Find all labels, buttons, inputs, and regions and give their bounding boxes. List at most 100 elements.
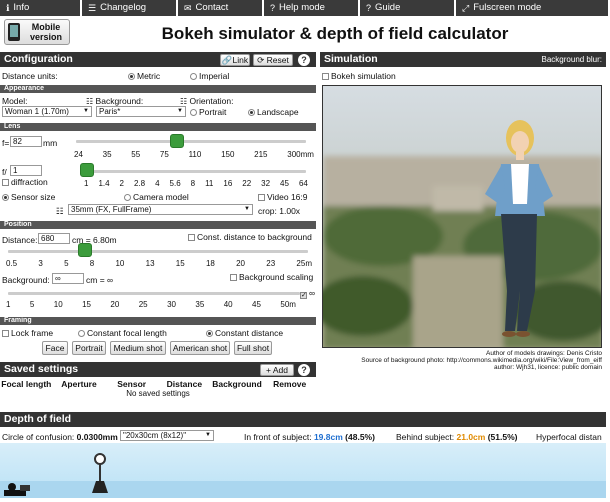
nav-help-mode[interactable]: ? Help mode <box>264 0 360 16</box>
imperial-radio[interactable]: Imperial <box>190 71 229 81</box>
page-title: Bokeh simulator & depth of field calcula… <box>161 24 509 43</box>
aperture-ticks: 1 1.4 2 2.8 4 5.6 8 11 16 22 32 45 64 <box>84 179 308 188</box>
grid-icon: ☷ <box>86 97 94 106</box>
coc-select[interactable]: "20x30cm (8x12)" ▼ <box>120 430 214 441</box>
top-nav: ℹ Info ☰ Changelog ✉ Contact ? Help mode ? Gu… <box>0 0 610 16</box>
model-select[interactable]: Woman 1 (1.70m) ▼ <box>2 106 92 117</box>
background-slider-track[interactable] <box>8 292 300 295</box>
nav-info[interactable]: ℹ Info <box>0 0 82 16</box>
background-ticks: 1 5 10 15 20 25 30 35 40 45 50m <box>6 300 296 309</box>
distance-slider-thumb[interactable] <box>78 243 92 257</box>
distance-slider-track[interactable] <box>8 250 308 253</box>
config-help-icon[interactable]: ? <box>298 54 310 66</box>
american-shot-button[interactable]: American shot <box>170 341 230 355</box>
credit-author: author: Wjh31, licence: public domain <box>493 364 602 371</box>
camera-model-radio[interactable]: Camera model <box>124 192 189 202</box>
background-distance-input[interactable]: ∞ <box>52 273 84 284</box>
orientation-label: Orientation: <box>189 96 234 106</box>
simulation-scene <box>323 86 601 347</box>
background-distance-result: cm = ∞ <box>86 275 114 285</box>
guide-icon: ? <box>366 3 372 13</box>
position-header: Position <box>0 221 316 229</box>
distance-input[interactable]: 680 <box>38 233 70 244</box>
behind-pct: (51.5%) <box>487 432 518 442</box>
lock-frame-checkbox[interactable]: Lock frame <box>2 328 53 338</box>
focal-slider-track[interactable] <box>76 140 306 143</box>
face-button[interactable]: Face <box>42 341 68 355</box>
metric-radio[interactable]: Metric <box>128 71 160 81</box>
envelope-icon: ✉ <box>184 3 192 13</box>
sensor-select[interactable]: 35mm (FX, FullFrame) ▼ <box>68 204 253 215</box>
info-icon: ℹ <box>6 3 10 13</box>
reset-button[interactable]: ⟳ Reset <box>253 54 293 66</box>
focal-input[interactable]: 82 <box>10 136 42 147</box>
nav-guide[interactable]: ? Guide <box>360 0 456 16</box>
front-pct: (48.5%) <box>345 432 375 442</box>
chevron-down-icon: ▼ <box>83 108 89 114</box>
fullscreen-icon: ⤢ <box>462 3 470 13</box>
front-label: In front of subject: <box>244 432 312 442</box>
chevron-down-icon: ▼ <box>244 206 250 212</box>
credit-models: Author of models drawings: Denis Cristo <box>486 350 602 357</box>
saved-table-header: Focal length Aperture Sensor Distance Backgr… <box>1 379 307 389</box>
distance-ticks: 0.5 3 5 8 10 13 15 18 20 23 25m <box>6 259 312 268</box>
link-button[interactable]: 🔗Link <box>220 54 250 66</box>
full-shot-button[interactable]: Full shot <box>234 341 272 355</box>
bokeh-simulation-checkbox[interactable]: Bokeh simulation <box>322 71 396 81</box>
coc-label: Circle of confusion: <box>2 432 75 442</box>
question-icon: ? <box>270 3 276 13</box>
front-value: 19.8cm <box>313 432 343 442</box>
dof-diagram-svg <box>0 453 606 498</box>
appearance-header: Appearance <box>0 85 316 93</box>
const-focal-radio[interactable]: Constant focal length <box>78 328 167 338</box>
lens-header: Lens <box>0 123 316 131</box>
aperture-slider-track[interactable] <box>84 170 306 173</box>
grid-icon: ☷ <box>56 206 64 216</box>
background-label: Background: <box>95 96 144 106</box>
dof-diagram <box>0 443 606 498</box>
nav-contact[interactable]: ✉ Contact <box>178 0 264 16</box>
saved-help-icon[interactable]: ? <box>298 364 310 376</box>
const-distance-checkbox[interactable]: Const. distance to background <box>188 232 312 242</box>
focal-unit: mm <box>43 138 58 148</box>
chevron-down-icon: ▼ <box>205 432 211 438</box>
portrait-radio[interactable]: Portrait <box>190 107 226 117</box>
focal-slider-thumb[interactable] <box>170 134 184 148</box>
hyperfocal-label: Hyperfocal distan <box>536 432 602 442</box>
plus-icon: + <box>266 365 271 375</box>
aperture-label: f/ <box>2 167 7 177</box>
nav-fullscreen[interactable]: ⤢ Fulscreen mode <box>456 0 610 16</box>
crop-label: crop: 1.00x <box>258 206 301 216</box>
const-distance-radio[interactable]: Constant distance <box>206 328 283 338</box>
medium-shot-button[interactable]: Medium shot <box>110 341 166 355</box>
landscape-radio[interactable]: Landscape <box>248 107 299 117</box>
behind-label: Behind subject: <box>396 432 455 442</box>
grid-icon: ☷ <box>180 97 188 106</box>
video-checkbox[interactable]: Video 16:9 <box>258 192 308 202</box>
diffraction-checkbox[interactable]: diffraction <box>2 177 48 187</box>
model-label: Model: <box>2 96 28 106</box>
aperture-slider-thumb[interactable] <box>80 163 94 177</box>
chevron-down-icon: ▼ <box>177 108 183 114</box>
distance-units-label: Distance units: <box>2 71 58 81</box>
infinity-checkbox[interactable]: ∞ <box>300 288 315 299</box>
portrait-button[interactable]: Portrait <box>72 341 106 355</box>
sensor-size-radio[interactable]: Sensor size <box>2 192 55 202</box>
subject-marker-icon <box>92 453 108 493</box>
list-icon: ☰ <box>88 3 97 13</box>
framing-header: Framing <box>0 317 316 325</box>
distance-label: Distance: <box>2 235 38 245</box>
no-saved-settings: No saved settings <box>126 389 190 398</box>
background-scaling-checkbox[interactable]: Background scaling <box>230 272 313 282</box>
focal-ticks: 24 35 55 75 110 150 215 300mm <box>74 150 314 159</box>
depth-of-field-header: Depth of field <box>0 412 606 427</box>
simulation-header: Simulation Background blur: <box>320 52 606 67</box>
behind-value: 21.0cm <box>456 432 486 442</box>
add-button[interactable]: + Add <box>260 364 294 376</box>
refresh-icon: ⟳ <box>257 55 265 65</box>
nav-changelog[interactable]: ☰ Changelog <box>82 0 178 16</box>
simulation-image <box>322 85 602 348</box>
link-icon: 🔗 <box>221 55 233 65</box>
background-select[interactable]: Paris* ▼ <box>96 106 186 117</box>
aperture-input[interactable]: 1 <box>10 165 42 176</box>
